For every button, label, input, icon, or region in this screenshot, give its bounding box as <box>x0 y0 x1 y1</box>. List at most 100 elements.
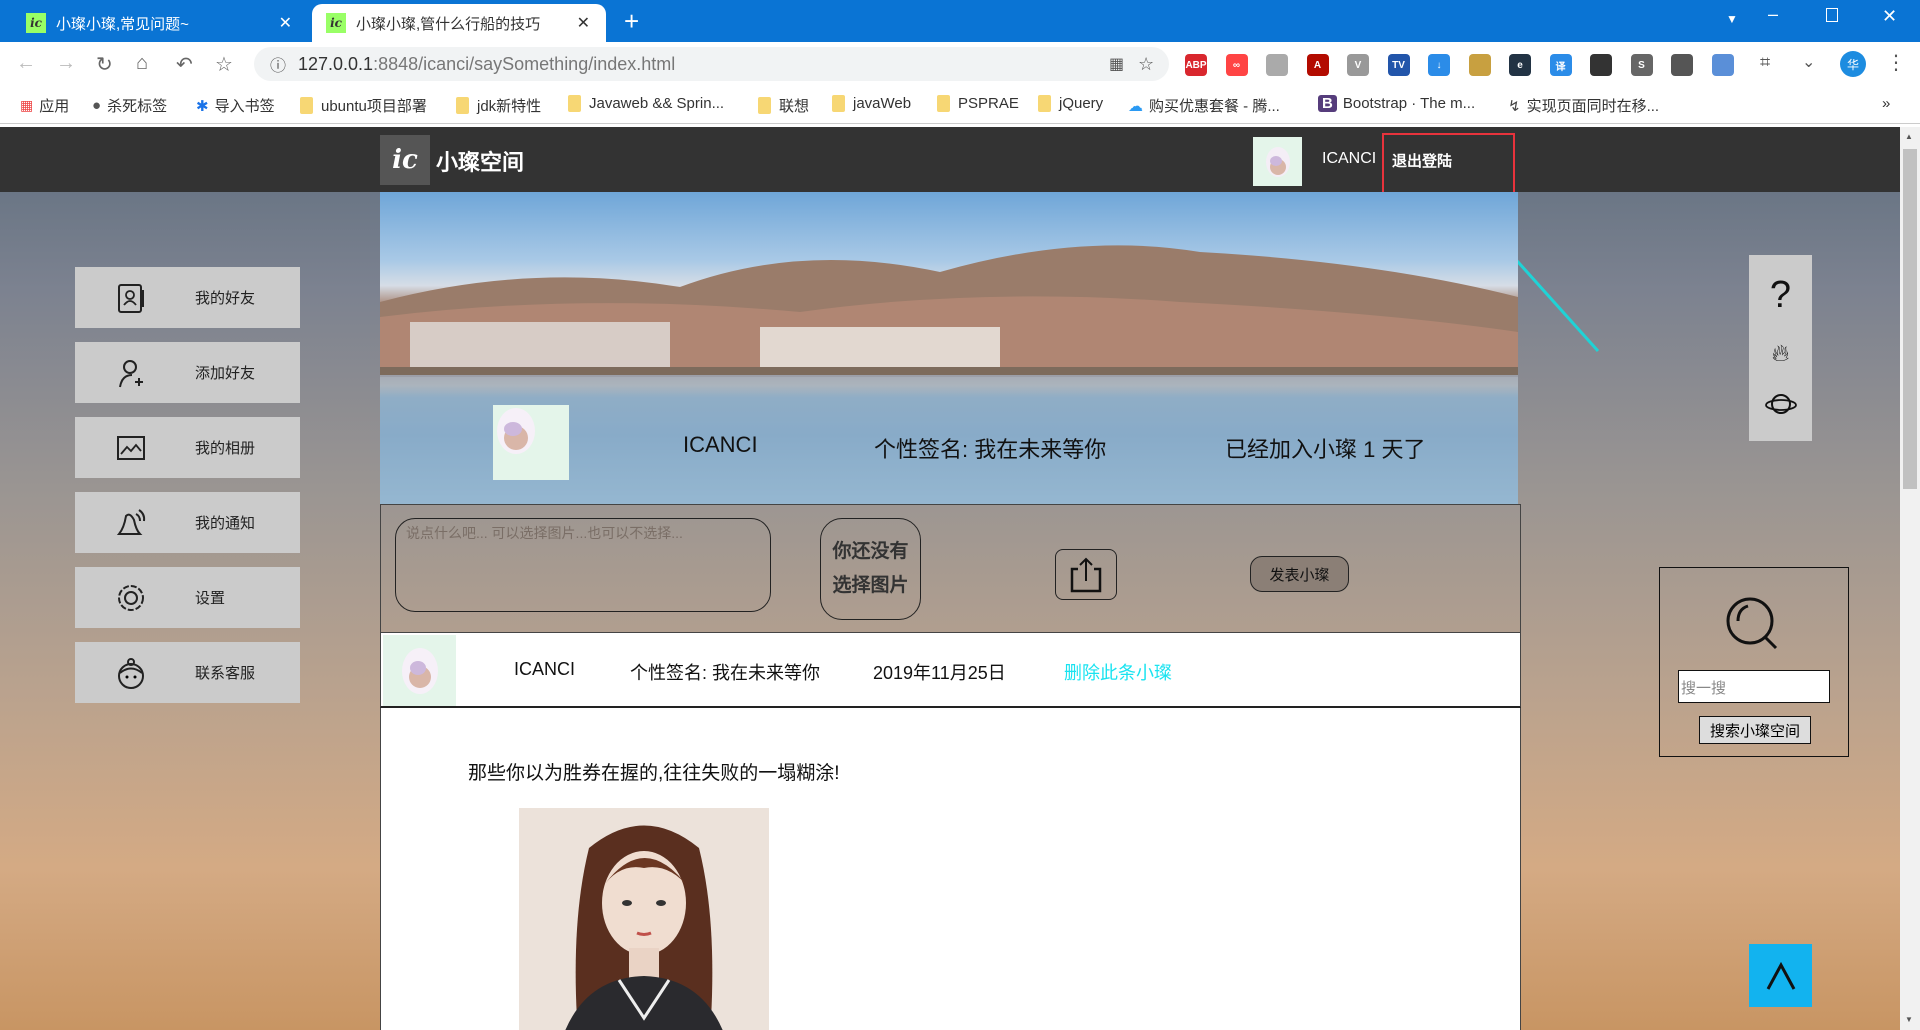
extension-icon[interactable]: A <box>1306 54 1329 76</box>
close-tab-icon[interactable]: ✕ <box>577 13 590 33</box>
bookmark-star-icon[interactable]: ☆ <box>215 52 233 77</box>
post-body: 那些你以为胜券在握的,往往失败的一塌糊涂! <box>380 708 1521 1030</box>
site-logo[interactable]: ic <box>380 135 430 185</box>
tab-current[interactable]: ic 小璨小璨,管什么行船的技巧 ✕ <box>312 4 606 42</box>
scroll-up-icon[interactable]: ▲ <box>1905 132 1913 141</box>
bookmark-item[interactable]: ubuntu项目部署 <box>300 95 427 116</box>
bookmark-item[interactable]: 联想 <box>758 95 809 116</box>
extension-icon[interactable]: ABP <box>1185 54 1207 76</box>
extension-icon[interactable]: ↓ <box>1428 54 1450 76</box>
post-button[interactable]: 发表小璨 <box>1250 556 1349 592</box>
more-extensions-icon[interactable]: ⌄ <box>1802 52 1815 72</box>
post-avatar[interactable] <box>383 635 456 706</box>
chevron-up-icon <box>1766 961 1795 990</box>
extension-icon[interactable] <box>1590 54 1612 76</box>
search-panel: 搜一搜 搜索小璨空间 <box>1659 567 1849 757</box>
link-icon: ↯ <box>1508 97 1521 115</box>
bookmark-item[interactable]: jdk新特性 <box>456 95 541 116</box>
extension-icon[interactable] <box>1266 54 1288 76</box>
post-textarea[interactable]: 说点什么吧... 可以选择图片...也可以不选择... <box>395 518 771 612</box>
minimize-button[interactable]: – <box>1768 4 1778 25</box>
bell-icon <box>111 503 151 543</box>
banner-avatar[interactable] <box>493 405 569 480</box>
sidebar-item-settings[interactable]: 设置 <box>75 567 300 628</box>
back-to-top-button[interactable] <box>1749 944 1812 1007</box>
post-date: 2019年11月25日 <box>873 663 1006 683</box>
bookmark-item[interactable]: javaWeb <box>832 95 911 112</box>
bookmark-item[interactable]: ↯ 实现页面同时在移... <box>1508 95 1659 116</box>
sidebar-item-label: 添加好友 <box>195 365 256 382</box>
search-input[interactable]: 搜一搜 <box>1678 670 1830 703</box>
bookmark-item[interactable]: jQuery <box>1038 95 1103 112</box>
extension-icon[interactable] <box>1468 54 1491 76</box>
fire-icon[interactable]: 🔥︎ <box>1772 340 1790 368</box>
sidebar-item-notifications[interactable]: 我的通知 <box>75 492 300 553</box>
bookmark-item[interactable]: ☁ 购买优惠套餐 - 腾... <box>1128 95 1280 116</box>
star-icon[interactable]: ☆ <box>1138 54 1154 75</box>
extension-icon[interactable]: e <box>1509 54 1531 76</box>
sidebar-item-album[interactable]: 我的相册 <box>75 417 300 478</box>
bookmark-item[interactable]: ● 杀死标签 <box>92 95 167 116</box>
scrollbar[interactable]: ▲ ▼ <box>1900 127 1920 1030</box>
bookmark-label: 购买优惠套餐 - 腾... <box>1149 98 1280 115</box>
tab-title: 小璨小璨,常见问题~ <box>56 15 189 33</box>
extension-icon[interactable]: ∞ <box>1225 54 1248 76</box>
search-button[interactable]: 搜索小璨空间 <box>1699 716 1811 744</box>
header-avatar[interactable] <box>1253 137 1302 186</box>
profile-avatar[interactable]: 华 <box>1840 51 1866 77</box>
menu-icon[interactable]: ⋮ <box>1886 50 1906 75</box>
tab-faq[interactable]: ic 小璨小璨,常见问题~ ✕ <box>12 4 308 42</box>
home-icon[interactable]: ⌂ <box>136 52 148 75</box>
reload-icon[interactable]: ↻ <box>96 52 113 77</box>
undo-icon[interactable]: ↶ <box>176 52 193 77</box>
planet-icon[interactable] <box>1764 391 1797 422</box>
qr-code-icon[interactable]: ▦ <box>1109 54 1124 74</box>
sidebar-item-add-friend[interactable]: 添加好友 <box>75 342 300 403</box>
bookmark-label: jQuery <box>1059 95 1104 112</box>
delete-post-link[interactable]: 删除此条小璨 <box>1064 659 1172 685</box>
extension-icon[interactable] <box>1671 54 1693 76</box>
bookmark-item[interactable]: Javaweb && Sprin... <box>568 95 724 112</box>
extension-icon[interactable]: 译 <box>1549 54 1572 76</box>
folder-icon <box>832 95 845 112</box>
extension-icon[interactable]: TV <box>1387 54 1410 76</box>
post-username[interactable]: ICANCI <box>514 659 575 680</box>
bookmark-label: 导入书签 <box>214 98 275 115</box>
url-host: 127.0.0.1 <box>298 53 374 74</box>
close-window-button[interactable]: ✕ <box>1882 6 1897 27</box>
sidebar-item-label: 我的好友 <box>195 290 256 307</box>
folder-icon <box>300 97 313 114</box>
choose-image-button[interactable]: 你还没有 选择图片 <box>820 518 921 620</box>
toolbar: ← → ↻ ⌂ ↶ ☆ ⓘ 127.0.0.1:8848/icanci/sayS… <box>0 42 1920 86</box>
back-icon[interactable]: ← <box>16 52 36 75</box>
scroll-down-icon[interactable]: ▼ <box>1905 1015 1913 1024</box>
extension-icon[interactable] <box>1711 54 1734 76</box>
forward-icon[interactable]: → <box>56 52 76 75</box>
bookmark-item[interactable]: B Bootstrap · The m... <box>1318 95 1475 112</box>
gear-icon <box>111 578 151 618</box>
globe-icon: ● <box>92 97 102 114</box>
close-tab-icon[interactable]: ✕ <box>279 13 292 33</box>
header-username[interactable]: ICANCI <box>1322 150 1376 168</box>
extension-icon[interactable]: V <box>1347 54 1369 76</box>
post-image[interactable] <box>519 808 769 1030</box>
tab-search-icon[interactable]: ▼ <box>1726 12 1738 26</box>
sidebar-item-customer-service[interactable]: 联系客服 <box>75 642 300 703</box>
address-bar[interactable]: ⓘ 127.0.0.1:8848/icanci/saySomething/ind… <box>254 47 1169 81</box>
restore-button[interactable] <box>1826 8 1838 22</box>
new-tab-button[interactable]: + <box>624 6 639 37</box>
site-title[interactable]: 小璨空间 <box>436 145 524 177</box>
search-icon <box>1726 597 1778 650</box>
upload-button[interactable] <box>1055 549 1117 600</box>
scrollbar-thumb[interactable] <box>1903 149 1917 489</box>
extension-icon[interactable]: S <box>1630 54 1653 76</box>
more-bookmarks[interactable]: » <box>1882 95 1890 112</box>
bookmark-item[interactable]: PSPRAE <box>937 95 1019 112</box>
help-icon[interactable]: ? <box>1770 274 1791 317</box>
bookmark-apps[interactable]: ▦ 应用 <box>20 95 69 116</box>
crop-icon[interactable]: ⌗ <box>1760 52 1770 73</box>
contacts-icon <box>111 278 151 318</box>
sidebar-item-my-friends[interactable]: 我的好友 <box>75 267 300 328</box>
bookmark-label: 应用 <box>39 98 70 115</box>
bookmark-item[interactable]: ✱ 导入书签 <box>196 95 275 116</box>
